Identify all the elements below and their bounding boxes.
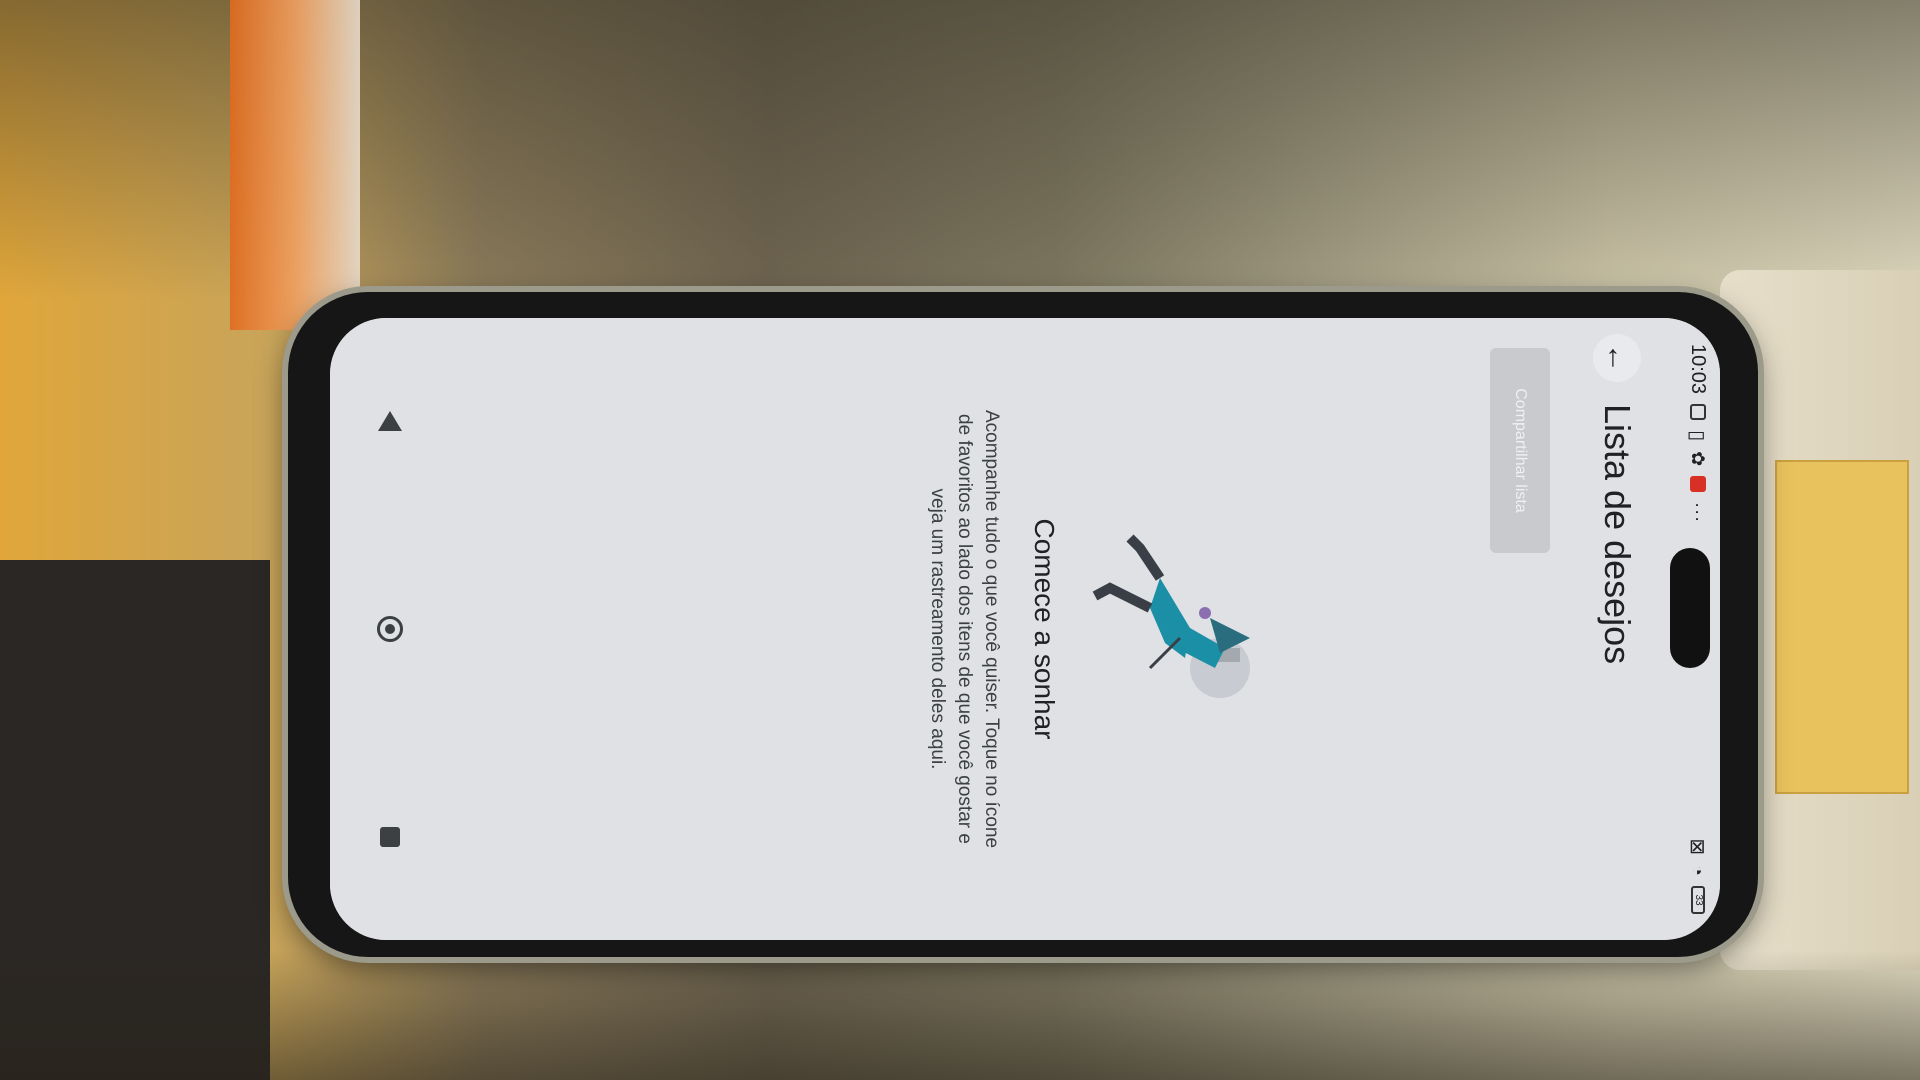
system-nav-bar	[360, 318, 420, 940]
wifi-icon: ◔	[1688, 865, 1709, 876]
notification-app-icon	[1690, 476, 1706, 493]
camera-cutout	[1670, 548, 1710, 668]
nfc-icon	[1690, 404, 1706, 421]
battery-icon: 33	[1691, 886, 1705, 914]
empty-state-title: Comece a sonhar	[1029, 518, 1060, 740]
arrow-left-icon: ←	[1601, 343, 1634, 373]
empty-state-body: Acompanhe tudo o que você quiser. Toque …	[927, 409, 1002, 849]
gear-icon: ✿	[1688, 451, 1709, 467]
square-recents-icon[interactable]	[380, 827, 400, 848]
back-button[interactable]: ←	[1593, 334, 1641, 382]
app-bar: ← Lista de desejos	[1574, 318, 1660, 940]
status-left: 10:03 ▯ ✿ ···	[1686, 344, 1711, 523]
background-warning-label	[1775, 460, 1909, 794]
sim-icon: ▯	[1686, 430, 1709, 442]
status-right: ⊠ ◔ 33	[1686, 838, 1711, 914]
no-sim-icon: ⊠	[1686, 838, 1709, 856]
more-notifications-icon: ···	[1688, 502, 1709, 524]
triangle-back-icon[interactable]	[378, 410, 402, 431]
background-orange-object	[230, 0, 360, 330]
status-time: 10:03	[1687, 344, 1710, 395]
wishlist-app: 10:03 ▯ ✿ ··· ⊠ ◔ 33 ← Lista de desejos …	[330, 318, 1720, 940]
background-shade-bottom	[0, 950, 1920, 1080]
share-list-button[interactable]: Compartilhar lista	[1490, 348, 1550, 553]
page-title: Lista de desejos	[1597, 404, 1638, 665]
circle-home-icon[interactable]	[377, 615, 403, 642]
home-dot	[385, 623, 395, 634]
dreaming-person-illustration	[1080, 518, 1280, 718]
phone-screen: 10:03 ▯ ✿ ··· ⊠ ◔ 33 ← Lista de desejos …	[330, 318, 1720, 940]
